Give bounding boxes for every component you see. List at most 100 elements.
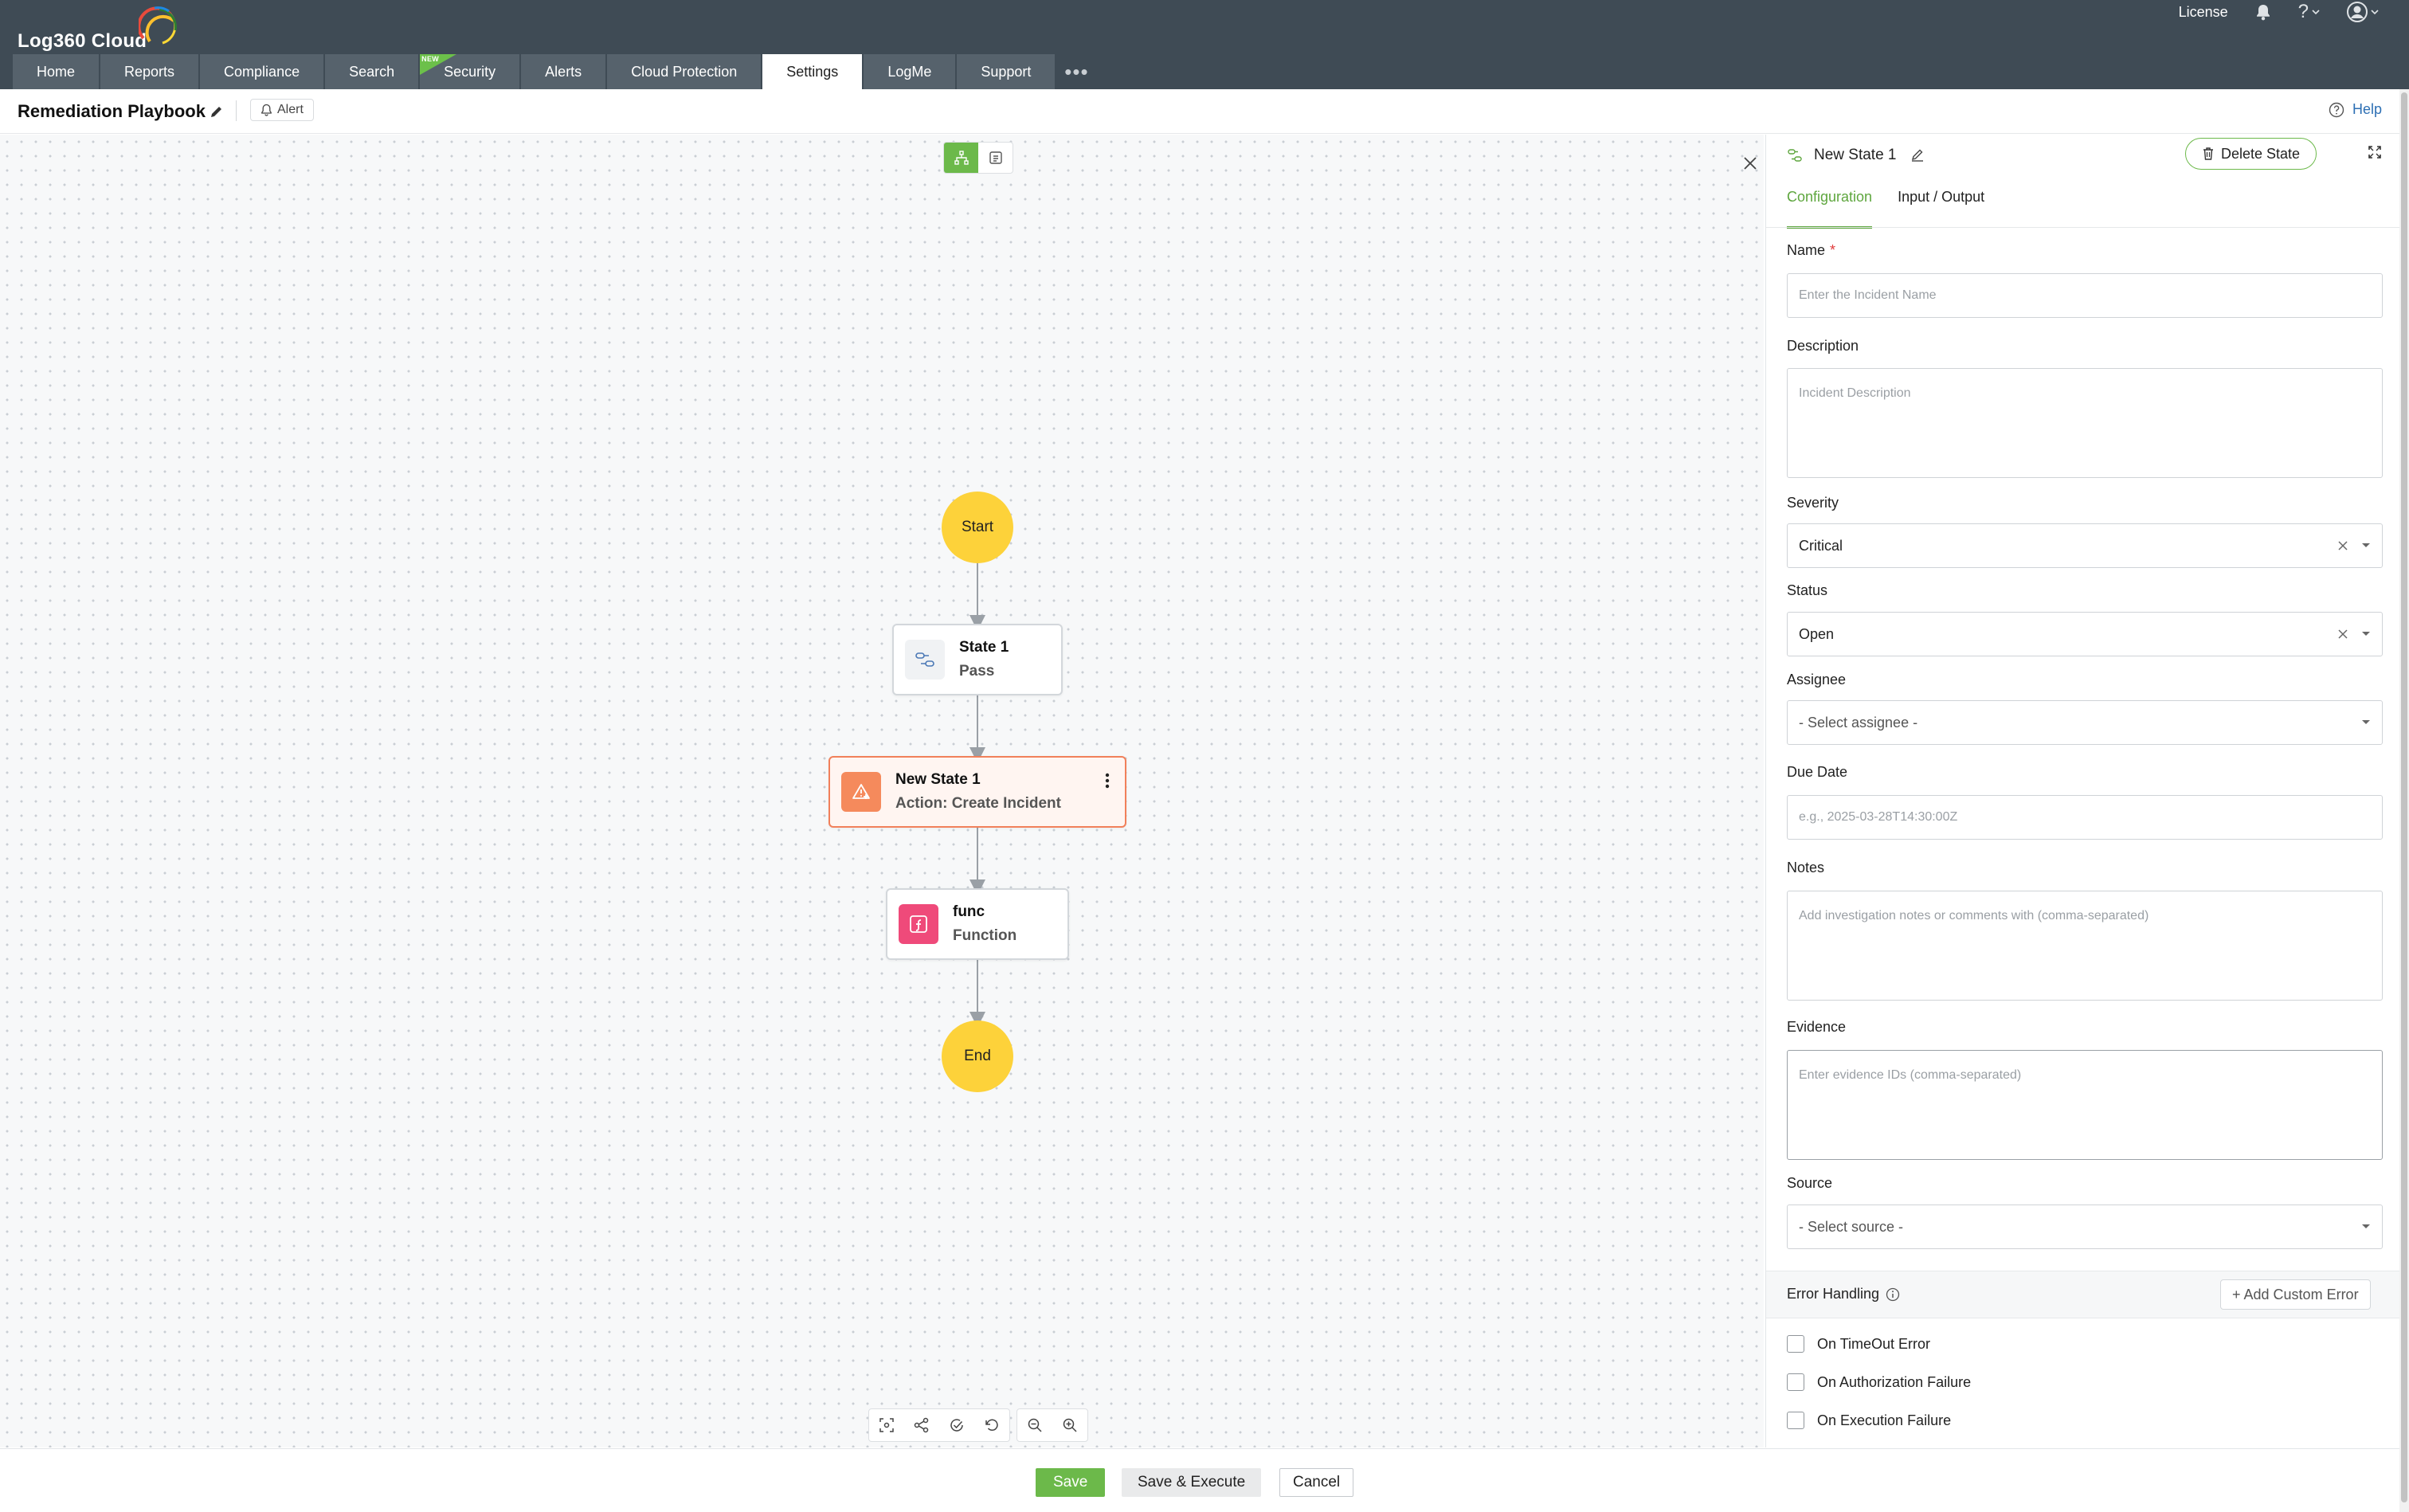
timeout-error-checkbox[interactable] [1787, 1335, 1804, 1353]
due-date-input[interactable] [1787, 795, 2383, 840]
clear-icon[interactable] [2337, 540, 2348, 551]
user-avatar-icon [2347, 2, 2368, 22]
bell-icon [261, 104, 272, 116]
due-date-label: Due Date [1787, 764, 1848, 780]
evidence-label: Evidence [1787, 1019, 1847, 1035]
nav-tab-security[interactable]: NEW Security [420, 54, 522, 89]
clear-icon[interactable] [2337, 629, 2348, 640]
authorization-failure-checkbox[interactable] [1787, 1373, 1804, 1391]
code-view-button[interactable] [978, 143, 1013, 173]
nav-tab-search[interactable]: Search [325, 54, 421, 89]
license-link[interactable]: License [2179, 4, 2228, 21]
source-value: - Select source - [1799, 1218, 1904, 1235]
top-header: Log360 Cloud License ? Home Reports Comp… [0, 0, 2409, 89]
layout-tools [868, 1408, 1010, 1442]
edit-icon[interactable] [1910, 147, 1925, 163]
tab-configuration[interactable]: Configuration [1787, 189, 1873, 229]
zoom-out-button[interactable] [1017, 1409, 1052, 1441]
node-name: func [953, 903, 985, 920]
status-label: Status [1787, 582, 1828, 598]
nav-tab-logme[interactable]: LogMe [864, 54, 958, 89]
timeout-error-option[interactable]: On TimeOut Error [1787, 1335, 1930, 1353]
save-button[interactable]: Save [1036, 1468, 1106, 1497]
end-node[interactable]: End [942, 1020, 1013, 1092]
description-label: Description [1787, 338, 1859, 354]
chevron-down-icon [2312, 10, 2320, 15]
help-label: Help [2352, 101, 2382, 117]
page-scrollbar-thumb[interactable] [2401, 92, 2407, 1502]
trash-icon [2203, 147, 2213, 160]
workflow-node-func[interactable]: func Function [886, 888, 1069, 960]
nav-tab-support[interactable]: Support [957, 54, 1057, 89]
evidence-textarea[interactable] [1787, 1050, 2383, 1160]
product-logo[interactable]: Log360 Cloud [18, 6, 177, 53]
node-type: Action: Create Incident [895, 795, 1061, 812]
nav-tab-home[interactable]: Home [13, 54, 101, 89]
node-type: Function [953, 927, 1017, 944]
description-textarea[interactable] [1787, 368, 2383, 478]
share-nodes-icon [914, 1417, 929, 1433]
execution-failure-option[interactable]: On Execution Failure [1787, 1412, 1951, 1429]
nav-more-button[interactable]: ••• [1056, 54, 1096, 89]
edit-title-icon[interactable] [209, 104, 225, 119]
delete-state-label: Delete State [2221, 145, 2301, 162]
chevron-down-icon [2371, 10, 2379, 15]
zoom-in-button[interactable] [1052, 1409, 1087, 1441]
severity-select[interactable]: Critical [1787, 523, 2383, 568]
nav-tab-cloud-protection[interactable]: Cloud Protection [607, 54, 763, 89]
alert-type-chip: Alert [250, 99, 314, 121]
tab-input-output[interactable]: Input / Output [1898, 189, 1984, 229]
divider [236, 100, 237, 121]
function-icon [899, 904, 938, 944]
tabs-divider [1766, 227, 2400, 228]
option-label: On TimeOut Error [1817, 1335, 1931, 1352]
workflow-canvas[interactable]: Start State 1 Pass New State 1 Action: C… [0, 135, 1764, 1447]
authorization-failure-option[interactable]: On Authorization Failure [1787, 1373, 1971, 1391]
nav-tab-settings[interactable]: Settings [762, 54, 864, 89]
nav-tab-compliance[interactable]: Compliance [200, 54, 326, 89]
caret-down-icon [2362, 1224, 2370, 1228]
notes-textarea[interactable] [1787, 891, 2383, 1001]
workflow-node-state-1[interactable]: State 1 Pass [892, 624, 1063, 695]
start-node[interactable]: Start [942, 492, 1013, 563]
nav-tab-alerts[interactable]: Alerts [521, 54, 608, 89]
validate-button[interactable] [939, 1409, 974, 1441]
add-custom-error-button[interactable]: + Add Custom Error [2220, 1279, 2371, 1310]
source-label: Source [1787, 1175, 1833, 1191]
workflow-node-new-state-1[interactable]: New State 1 Action: Create Incident [828, 756, 1126, 828]
assignee-select[interactable]: - Select assignee - [1787, 700, 2383, 745]
fit-view-button[interactable] [869, 1409, 904, 1441]
help-menu-button[interactable]: ? [2298, 1, 2320, 23]
page-title: Remediation Playbook [18, 101, 206, 121]
help-glyph: ? [2297, 1, 2309, 22]
hierarchy-icon [954, 151, 969, 165]
nav-tab-reports[interactable]: Reports [100, 54, 201, 89]
check-circle-icon [950, 1419, 963, 1432]
incident-name-input[interactable] [1787, 273, 2383, 318]
panel-header: New State 1 Delete State [1766, 135, 2400, 176]
status-select[interactable]: Open [1787, 612, 2383, 656]
expand-icon[interactable] [2367, 144, 2383, 160]
close-icon [1744, 157, 1757, 170]
user-menu-button[interactable] [2347, 2, 2379, 22]
assignee-value: - Select assignee - [1799, 714, 1918, 731]
alert-chip-label: Alert [277, 103, 304, 116]
auto-layout-button[interactable] [904, 1409, 939, 1441]
kebab-menu-icon[interactable] [1104, 772, 1110, 789]
save-execute-button[interactable]: Save & Execute [1122, 1468, 1262, 1497]
delete-state-button[interactable]: Delete State [2185, 138, 2317, 170]
required-mark: * [1830, 242, 1836, 258]
reset-button[interactable] [974, 1409, 1009, 1441]
cancel-button[interactable]: Cancel [1279, 1468, 1354, 1497]
help-link[interactable]: Help [2329, 101, 2382, 118]
error-handling-label: Error Handling [1787, 1286, 1880, 1302]
close-panel-button[interactable] [1735, 148, 1765, 178]
notifications-button[interactable] [2255, 3, 2271, 21]
flow-view-button[interactable] [944, 143, 978, 173]
info-icon[interactable] [1886, 1287, 1900, 1302]
severity-value: Critical [1799, 537, 1843, 554]
execution-failure-checkbox[interactable] [1787, 1412, 1804, 1429]
source-select[interactable]: - Select source - [1787, 1205, 2383, 1249]
node-type: Pass [959, 663, 995, 680]
severity-label: Severity [1787, 495, 1839, 511]
